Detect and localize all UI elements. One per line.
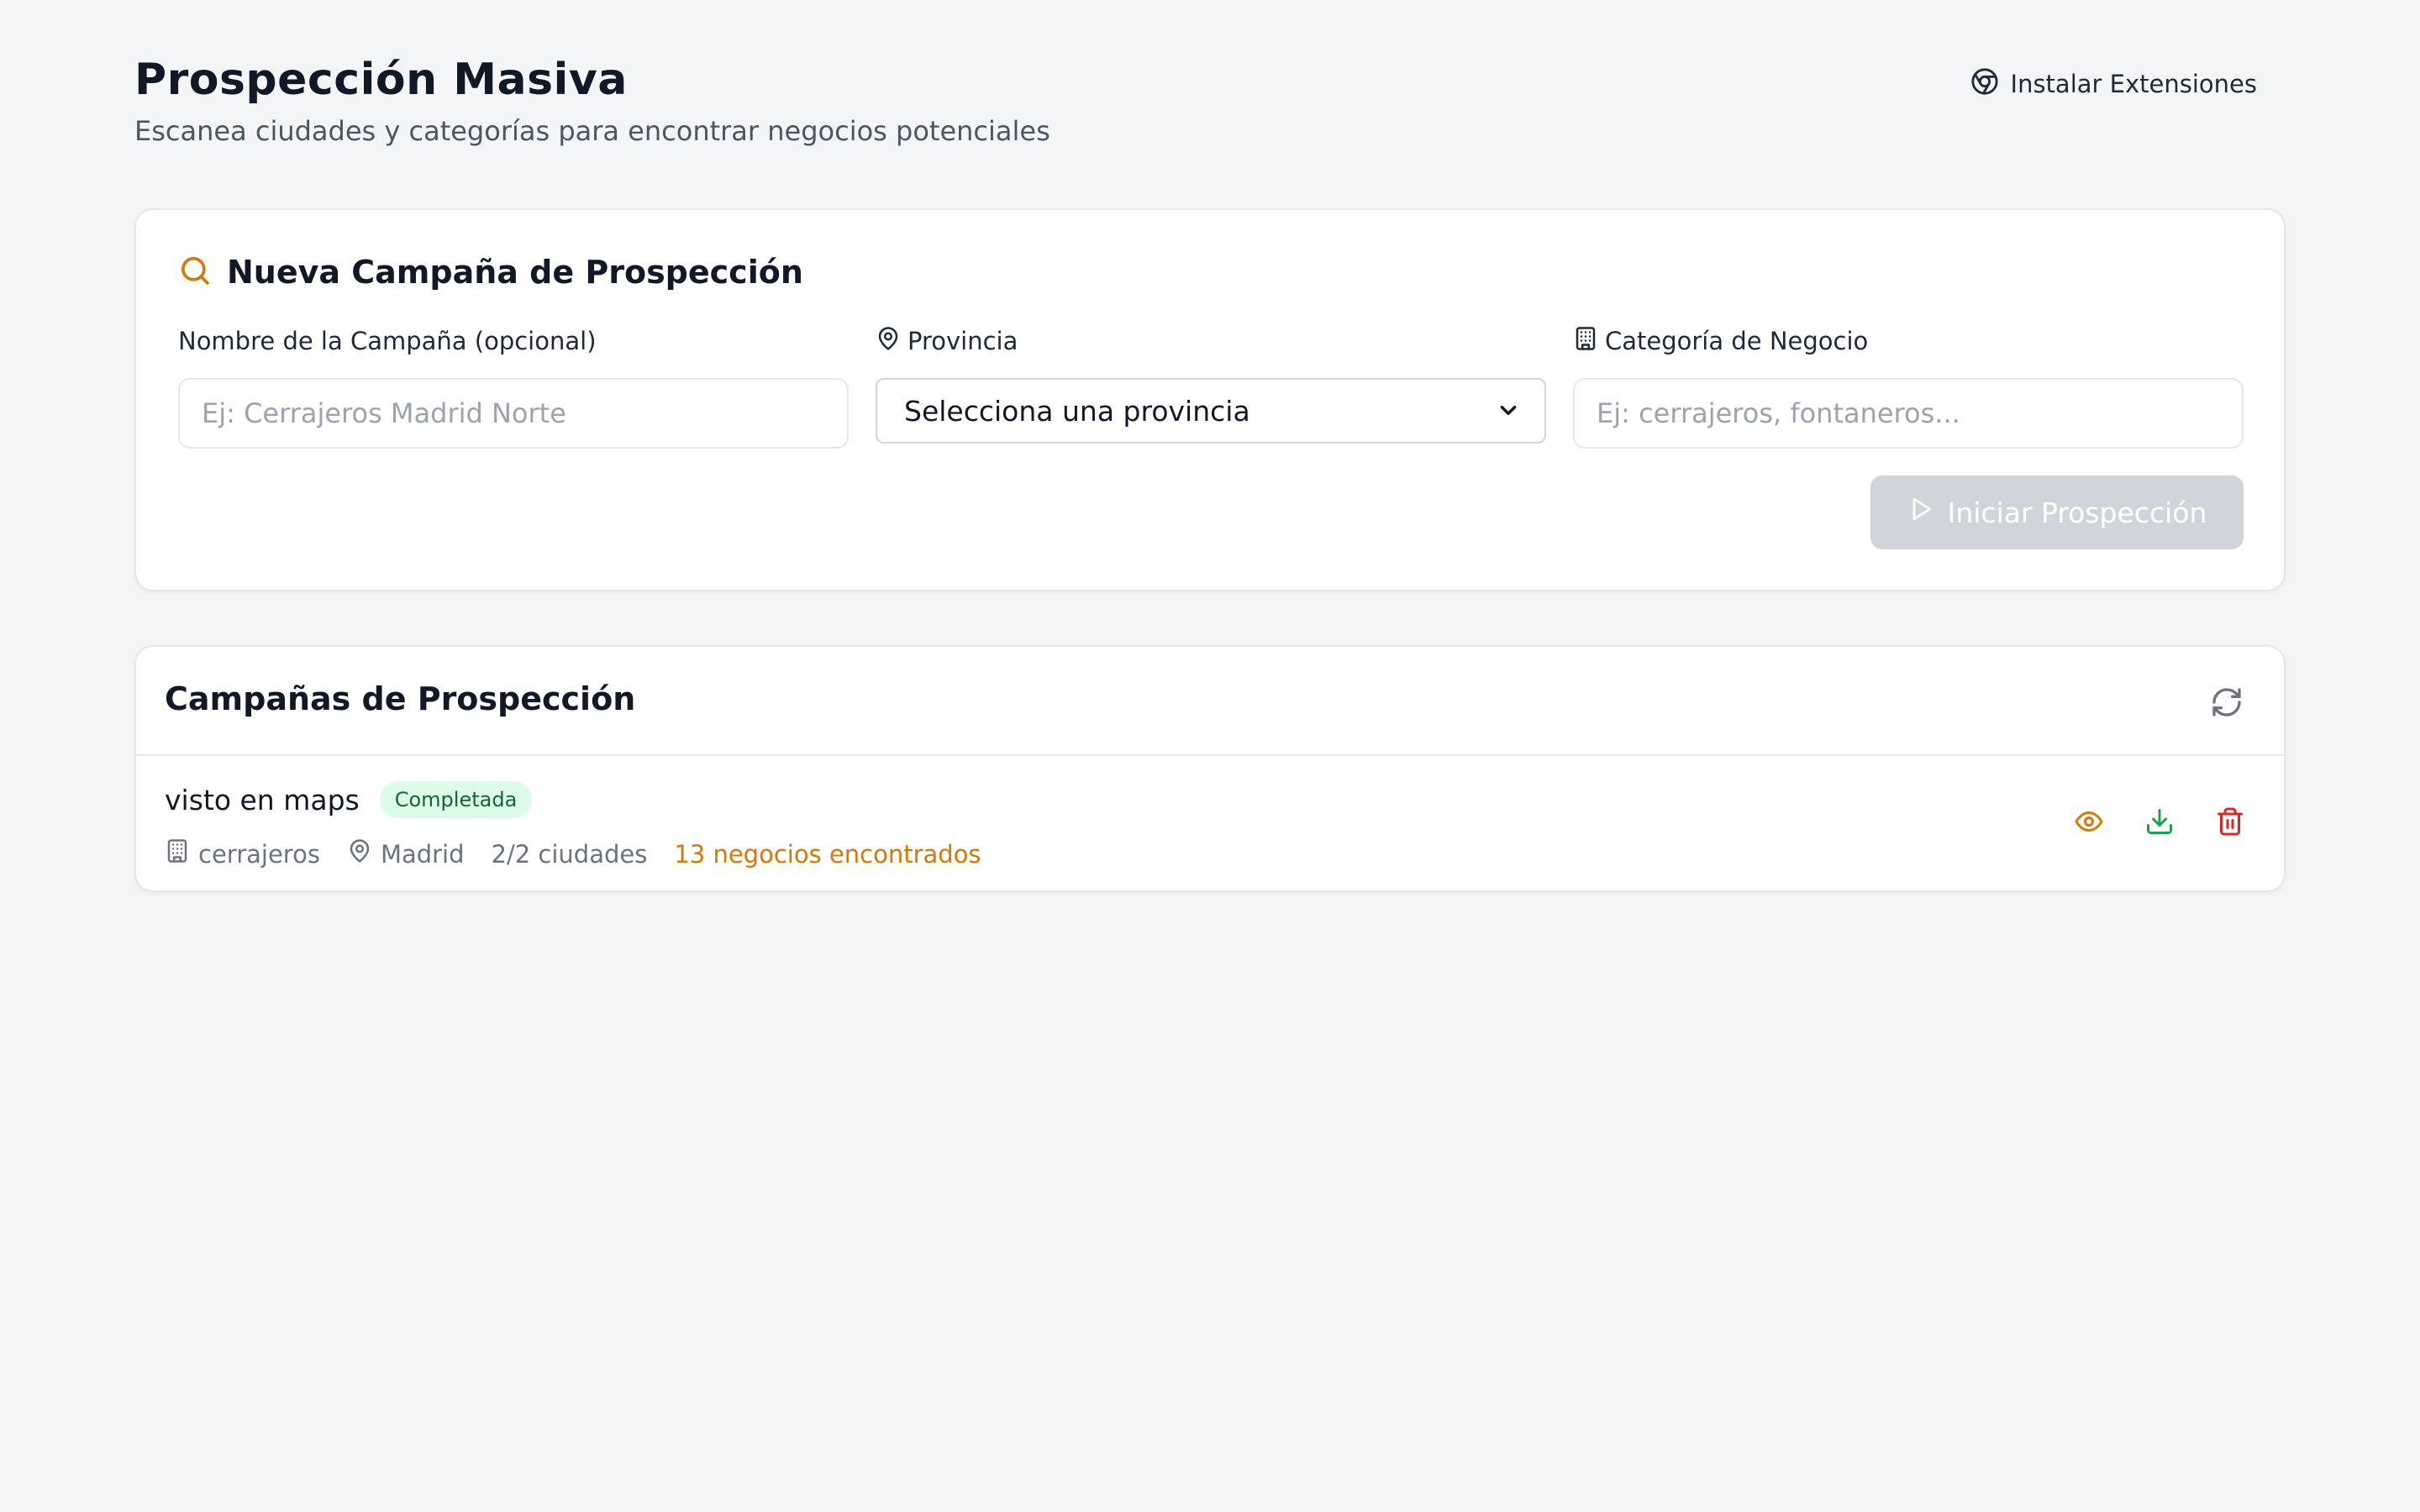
- map-pin-icon: [347, 838, 372, 869]
- list-item: visto en maps Completada cerrajeros Madr…: [136, 756, 2284, 892]
- campaign-name-input[interactable]: [178, 378, 849, 449]
- building-icon: [165, 838, 190, 869]
- campaign-category-text: cerrajeros: [198, 839, 320, 869]
- chrome-icon: [1970, 67, 1999, 102]
- campaign-name-field: Nombre de la Campaña (opcional): [178, 324, 849, 449]
- map-pin-icon: [876, 326, 901, 357]
- download-button[interactable]: [2144, 806, 2175, 837]
- trash-icon: [2215, 807, 2245, 840]
- campaign-name-label: Nombre de la Campaña (opcional): [178, 324, 849, 358]
- campaign-found-count: 13 negocios encontrados: [674, 839, 981, 869]
- category-label-text: Categoría de Negocio: [1605, 327, 1869, 355]
- campaign-province: Madrid: [347, 838, 465, 869]
- new-campaign-title: Nueva Campaña de Prospección: [227, 254, 803, 291]
- campaign-category: cerrajeros: [165, 838, 320, 869]
- play-icon: [1907, 496, 1934, 529]
- chevron-down-icon: [1497, 395, 1519, 428]
- delete-button[interactable]: [2215, 806, 2245, 837]
- start-prospection-button[interactable]: Iniciar Prospección: [1870, 475, 2244, 549]
- page-header: Prospección Masiva Escanea ciudades y ca…: [134, 52, 2286, 161]
- install-extensions-label: Instalar Extensiones: [2010, 70, 2257, 98]
- status-badge: Completada: [379, 781, 533, 818]
- page: Prospección Masiva Escanea ciudades y ca…: [0, 0, 2420, 1512]
- campaigns-card: Campañas de Prospección visto en maps Co…: [134, 645, 2286, 892]
- province-label: Provincia: [876, 324, 1546, 358]
- refresh-icon: [2210, 688, 2244, 722]
- campaign-name-line: visto en maps Completada: [165, 781, 533, 818]
- row-actions: [2074, 806, 2245, 837]
- campaign-province-text: Madrid: [380, 839, 465, 869]
- view-icon: [2074, 811, 2104, 840]
- province-select[interactable]: Selecciona una provincia: [876, 378, 1546, 444]
- refresh-button[interactable]: [2210, 685, 2244, 719]
- campaign-meta: cerrajeros Madrid 2/2 ciudades 13 negoci…: [165, 838, 981, 869]
- category-field: Categoría de Negocio: [1573, 324, 2244, 449]
- campaigns-title: Campañas de Prospección: [165, 680, 636, 717]
- new-campaign-title-row: Nueva Campaña de Prospección: [178, 254, 803, 291]
- campaigns-header: Campañas de Prospección: [136, 647, 2284, 756]
- page-subtitle: Escanea ciudades y categorías para encon…: [134, 115, 1050, 147]
- campaign-name-label-text: Nombre de la Campaña (opcional): [178, 327, 597, 355]
- new-campaign-card: Nueva Campaña de Prospección Nombre de l…: [134, 208, 2286, 591]
- province-selected-value: Selecciona una provincia: [904, 394, 1250, 428]
- start-prospection-label: Iniciar Prospección: [1947, 496, 2207, 529]
- campaign-name: visto en maps: [165, 783, 360, 816]
- category-input[interactable]: [1573, 378, 2244, 449]
- download-icon: [2144, 809, 2175, 840]
- search-icon: [178, 254, 212, 291]
- building-icon: [1573, 326, 1598, 357]
- view-button[interactable]: [2074, 806, 2104, 837]
- category-label: Categoría de Negocio: [1573, 324, 2244, 358]
- campaign-cities: 2/2 ciudades: [491, 839, 648, 869]
- province-label-text: Provincia: [908, 327, 1018, 355]
- install-extensions-button[interactable]: Instalar Extensiones: [1948, 55, 2286, 113]
- province-field: Provincia Selecciona una provincia: [876, 324, 1546, 444]
